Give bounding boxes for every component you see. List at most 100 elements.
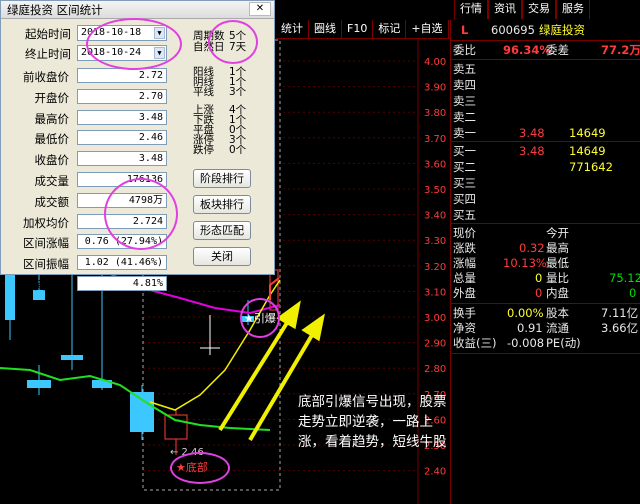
price-tick-label: 2.90 (424, 339, 446, 350)
sector-rank-button[interactable]: 板块排行 (193, 195, 251, 214)
liangbi-value: 75.12 (609, 271, 640, 285)
candle (61, 355, 83, 360)
order-level-label: 卖四 (453, 78, 476, 92)
chart-toolbar: 统计 圈线 F10 标记 +自选 返回 (276, 20, 482, 39)
order-level-label: 买一 (453, 144, 476, 158)
price-tick-label: 2.80 (424, 364, 446, 375)
order-volume: 771642 (569, 160, 613, 174)
weibi-value: 96.34% (503, 43, 551, 57)
waipan-value: 0 (535, 286, 543, 300)
order-book-row[interactable]: 卖五 (451, 62, 640, 77)
close-icon[interactable]: ✕ (249, 2, 271, 16)
start-time-label: 起始时间 (25, 27, 71, 41)
order-level-label: 卖五 (453, 62, 476, 76)
stat-value-field[interactable]: 1.02 (41.46%) (77, 255, 167, 271)
price-tick-label: 3.60 (424, 159, 446, 170)
order-book-row[interactable]: 买三 (451, 176, 640, 191)
tab-trade[interactable]: 交易 (522, 0, 556, 19)
stock-flag: L (461, 23, 469, 37)
order-level-label: 买五 (453, 208, 476, 222)
highlight-circle (240, 298, 280, 338)
huanshou-value: 0.00% (507, 306, 544, 320)
toolbar-add-watch[interactable]: +自选 (406, 20, 449, 38)
candle (164, 414, 188, 440)
tab-news[interactable]: 资讯 (488, 0, 522, 19)
zhangfu-value: 10.13% (503, 256, 547, 270)
toolbar-stats[interactable]: 统计 (276, 20, 309, 38)
stat-label: 加权均价 (23, 215, 69, 230)
zuidi-label: 最低 (546, 256, 569, 270)
toolbar-mark[interactable]: 标记 (373, 20, 407, 38)
highlight-circle (104, 178, 178, 250)
price-tick-label: 3.90 (424, 83, 446, 94)
annotation-text: 底部引爆信号出现，股票走势立即逆袭，一路上 涨，看着趋势，短线牛股 (298, 392, 448, 452)
stat-label: 区间涨幅 (23, 236, 69, 251)
jinkai-label: 今开 (546, 226, 569, 240)
order-book-row[interactable]: 买四 (451, 192, 640, 207)
stat-value-field[interactable]: 3.48 (77, 151, 167, 167)
zhangfu-label: 涨幅 (453, 256, 476, 270)
order-level-label: 买三 (453, 176, 476, 190)
zongliang-value: 0 (535, 271, 543, 285)
jingzi-value: 0.91 (517, 321, 543, 335)
highlight-circle (208, 20, 258, 64)
stock-code: 600695 (491, 23, 535, 37)
stat-value-field[interactable]: 2.70 (77, 88, 167, 104)
order-volume: 14649 (569, 144, 606, 158)
order-book-row[interactable]: 买五 (451, 208, 640, 223)
annotation-line-2: 涨，看着趋势，短线牛股 (298, 434, 447, 450)
stat-value-field[interactable]: 4.81% (77, 276, 167, 291)
zhangdie-value: 0.32 (519, 241, 545, 255)
stage-rank-button[interactable]: 阶段排行 (193, 169, 251, 188)
count-label: 跌停 (193, 144, 214, 156)
order-volume: 14649 (569, 126, 606, 140)
price-tick-label: 3.70 (424, 134, 446, 145)
price-tick-label: 3.10 (424, 287, 446, 298)
guben-value: 7.11亿 (601, 306, 639, 320)
weicha-value: 77.2万 (601, 43, 640, 57)
stock-name: 绿庭投资 (539, 23, 585, 37)
order-level-label: 买四 (453, 192, 476, 206)
stat-label: 收盘价 (34, 153, 70, 168)
jingzi-label: 净资 (453, 321, 476, 335)
toolbar-f10[interactable]: F10 (342, 20, 374, 38)
zhangdie-label: 涨跌 (453, 241, 476, 255)
liangbi-label: 量比 (546, 271, 569, 285)
stat-value-field[interactable]: 2.72 (77, 68, 167, 83)
highlight-circle (170, 452, 230, 484)
stat-label: 最低价 (34, 132, 70, 147)
price-tick-label: 3.40 (424, 211, 446, 222)
tab-service[interactable]: 服务 (556, 0, 590, 19)
order-book-row[interactable]: 卖四 (451, 78, 640, 93)
order-level-label: 买二 (453, 160, 476, 174)
end-time-label: 终止时间 (25, 47, 71, 61)
toolbar-circle-line[interactable]: 圈线 (309, 20, 342, 38)
stat-label: 成交额 (34, 194, 70, 209)
stat-value-field[interactable]: 2.46 (77, 130, 167, 146)
order-book-row[interactable]: 买一 3.48 14649 (451, 144, 640, 159)
order-book-row[interactable]: 卖二 (451, 110, 640, 125)
huanshou-label: 换手 (453, 306, 476, 320)
stat-label: 区间振幅 (23, 257, 69, 272)
highlight-circle (86, 18, 182, 70)
neipan-value: 0 (629, 286, 637, 300)
shouyi-value: -0.008 (507, 336, 545, 350)
stat-label: 区间换手 (23, 278, 69, 292)
pattern-match-button[interactable]: 形态匹配 (193, 221, 251, 240)
stat-label: 开盘价 (34, 90, 70, 105)
stat-value-field[interactable]: 3.48 (77, 109, 167, 125)
waipan-label: 外盘 (453, 286, 476, 300)
order-price: 3.48 (519, 144, 545, 158)
annotation-line-1: 底部引爆信号出现，股票走势立即逆袭，一路上 (298, 394, 447, 430)
price-tick-label: 3.20 (424, 262, 446, 273)
close-button[interactable]: 关闭 (193, 247, 251, 266)
count-value: 0个 (229, 144, 247, 156)
order-book-row[interactable]: 卖三 (451, 94, 640, 109)
tab-quotes[interactable]: 行情 (454, 0, 488, 19)
order-book-row[interactable]: 买二 771642 (451, 160, 640, 175)
order-book-row[interactable]: 卖一 3.48 14649 (451, 126, 640, 141)
price-tick-label: 3.80 (424, 108, 446, 119)
price-tick-label: 3.30 (424, 236, 446, 247)
dialog-titlebar[interactable]: 绿庭投资 区间统计 ✕ (1, 1, 274, 19)
price-tick-label: 3.00 (424, 313, 446, 324)
